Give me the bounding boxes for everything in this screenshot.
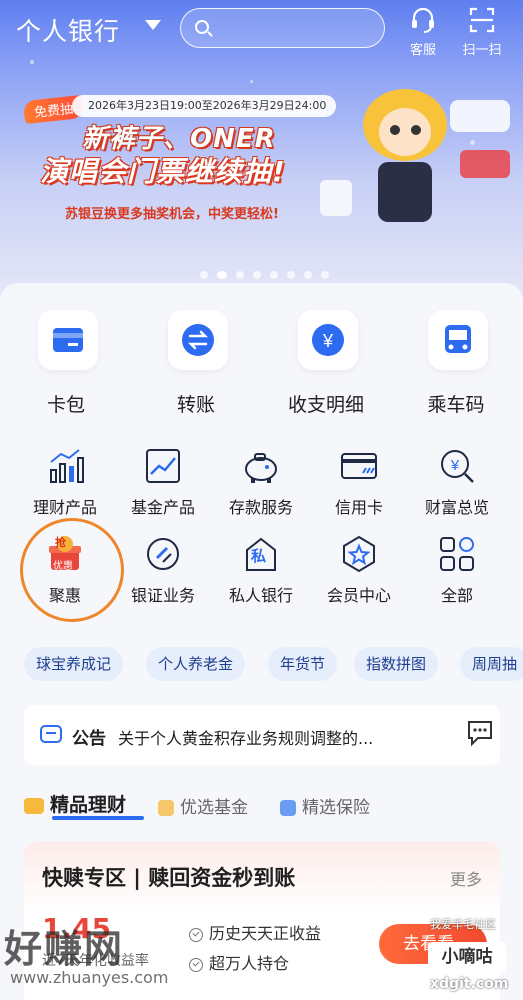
service-label: 财富总览 [424, 498, 489, 517]
quick-action-statement[interactable]: ¥ 收支明细 [286, 310, 366, 420]
quick-action-label: 乘车码 [427, 394, 485, 416]
yuan-detail-icon: ¥ [298, 310, 358, 370]
quick-action-label: 收支明细 [287, 394, 364, 416]
customer-service-button[interactable]: 客服 [397, 6, 449, 58]
shield-icon [280, 800, 296, 816]
service-private-bank[interactable]: 私 私人银行 [213, 534, 309, 606]
bank-securities-icon [147, 538, 179, 570]
trend-chart-icon [146, 449, 180, 483]
search-bar[interactable] [180, 8, 385, 48]
fund-icon [158, 800, 174, 816]
coin-icon [24, 797, 44, 814]
private-bank-glyph: 私 [251, 547, 267, 565]
search-input[interactable] [217, 15, 377, 41]
event-date-range: 2026年3月23日19:00至2026年3月29日24:00 [72, 95, 337, 117]
bus-icon [428, 310, 488, 370]
service-label: 会员中心 [326, 586, 391, 605]
service-label: 基金产品 [130, 498, 195, 517]
notice-bar[interactable]: 公告 关于个人黄金积存业务规则调整的... [24, 705, 500, 765]
service-wealth-products[interactable]: 理财产品 [17, 446, 113, 518]
bar-chart-icon [50, 449, 84, 483]
notice-text[interactable]: 关于个人黄金积存业务规则调整的... [118, 725, 448, 749]
wealth-search-icon: ¥ [441, 450, 474, 483]
quick-action-transfer[interactable]: 转账 [156, 310, 236, 420]
mascot-illustration [320, 89, 510, 222]
banner-headline-line2: 演唱会门票继续抽! [40, 155, 286, 188]
active-tab-underline [52, 816, 144, 820]
carousel-dot[interactable] [287, 271, 295, 279]
tag-pill[interactable]: 年货节 [268, 647, 338, 681]
check-circle-icon [189, 927, 203, 942]
product-section-title: 快赎专区 | 赎回资金秒到账 [42, 866, 296, 890]
credit-card-icon [341, 453, 377, 479]
quick-action-card-wallet[interactable]: 卡包 [26, 310, 106, 420]
more-link[interactable]: 更多 [450, 866, 482, 890]
search-icon [195, 20, 209, 34]
service-label: 理财产品 [32, 498, 97, 517]
tag-pill[interactable]: 球宝养成记 [24, 647, 124, 681]
service-label: 全部 [440, 586, 473, 605]
tag-pill[interactable]: 周周抽 [460, 647, 523, 681]
carousel-dot[interactable] [321, 271, 329, 279]
service-fund-products[interactable]: 基金产品 [115, 446, 211, 518]
notice-tag: 公告 [72, 729, 106, 749]
tag-pill[interactable]: 个人养老金 [146, 647, 246, 681]
tab-selected-funds[interactable]: 优选基金 [158, 793, 248, 823]
svg-text:¥: ¥ [322, 331, 334, 351]
watermark-left: 好赚网 [4, 927, 125, 971]
service-label: 私人银行 [228, 586, 293, 605]
headset-icon [412, 7, 434, 33]
service-bank-securities[interactable]: 银证业务 [115, 534, 211, 606]
carousel-dot-active[interactable] [217, 271, 227, 279]
carousel-dot[interactable] [236, 271, 244, 279]
carousel-dot[interactable] [200, 271, 208, 279]
announcement-icon [40, 725, 62, 743]
watermark-right-url: xdgit.com [430, 976, 509, 992]
service-label: 银证业务 [130, 586, 195, 605]
product-feature: 超万人持仓 [189, 950, 289, 974]
service-label: 存款服务 [228, 498, 293, 517]
member-star-icon [343, 535, 375, 573]
service-member-center[interactable]: 会员中心 [311, 534, 407, 606]
watermark-right-tag: 小嘀咕 [428, 942, 506, 972]
carousel-dot[interactable] [270, 271, 278, 279]
quick-action-label: 卡包 [46, 394, 85, 416]
app-header: 个人银行 客服 扫一扫 [0, 0, 523, 58]
customer-service-label: 客服 [409, 43, 436, 58]
carousel-dot[interactable] [304, 271, 312, 279]
card-wallet-icon [38, 310, 98, 370]
scan-button[interactable]: 扫一扫 [456, 6, 508, 58]
watermark-right-top: 我爱羊毛社区 [430, 918, 496, 931]
service-credit-card[interactable]: 信用卡 [311, 446, 407, 518]
chevron-down-icon[interactable] [145, 20, 161, 30]
piggy-bank-icon [245, 453, 277, 483]
quick-action-bus-code[interactable]: 乘车码 [416, 310, 496, 420]
app-title[interactable]: 个人银行 [16, 12, 120, 48]
service-all[interactable]: 全部 [409, 534, 505, 606]
tab-selected-insurance[interactable]: 精选保险 [280, 793, 370, 823]
carousel-dot[interactable] [253, 271, 261, 279]
banner-subtitle: 苏银豆换更多抽奖机会，中奖更轻松! [65, 207, 279, 222]
transfer-icon [168, 310, 228, 370]
carousel-dots[interactable] [200, 264, 338, 279]
product-feature: 历史天天正收益 [189, 920, 321, 944]
service-wealth-overview[interactable]: ¥ 财富总览 [409, 446, 505, 518]
svg-text:¥: ¥ [450, 457, 460, 474]
service-label: 信用卡 [334, 498, 383, 517]
watermark-left-url: www.zhuanyes.com [10, 968, 169, 987]
grid-all-icon [440, 537, 474, 571]
scan-label: 扫一扫 [462, 43, 502, 58]
service-deposit[interactable]: 存款服务 [213, 446, 309, 518]
quick-action-label: 转账 [176, 394, 215, 416]
scan-icon [469, 7, 495, 33]
message-icon[interactable] [466, 718, 494, 748]
check-circle-icon [189, 957, 203, 972]
tag-pill[interactable]: 指数拼图 [354, 647, 439, 681]
